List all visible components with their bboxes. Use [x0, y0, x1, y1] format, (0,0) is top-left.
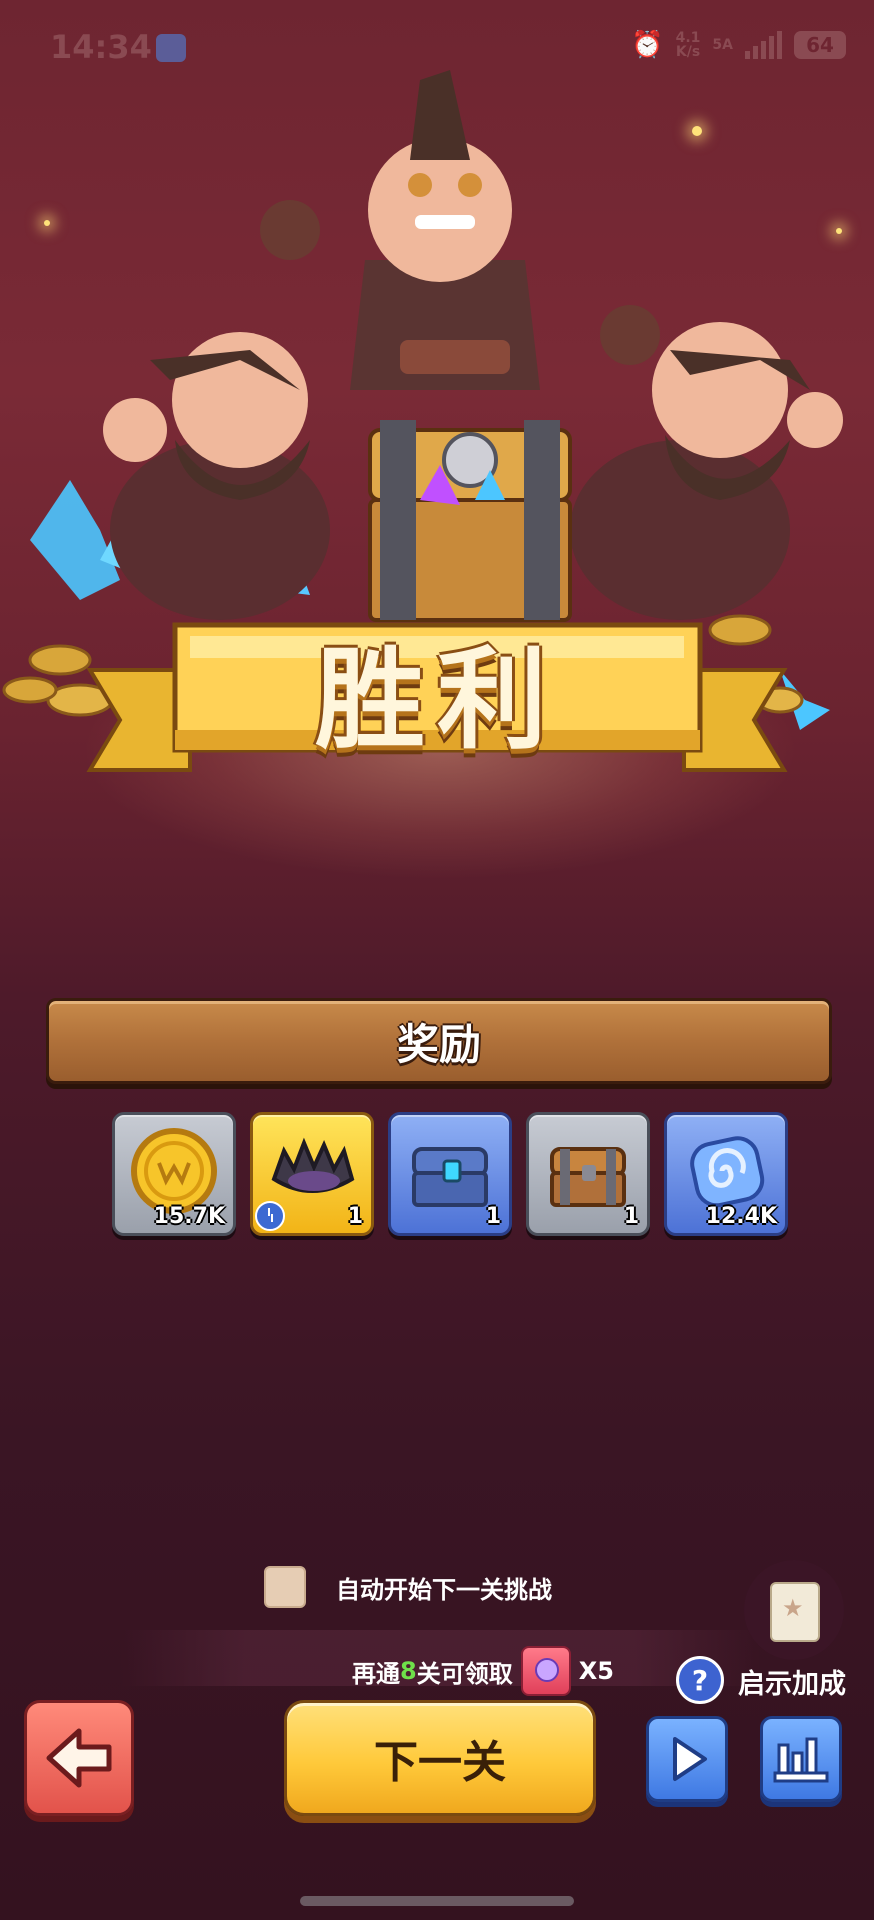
- progress-multiplier: X5: [578, 1657, 614, 1685]
- progress-prefix: 再通: [352, 1659, 400, 1688]
- home-indicator[interactable]: [300, 1896, 574, 1906]
- reward-spiked-crown[interactable]: 1: [250, 1112, 374, 1236]
- sparkle: [836, 228, 842, 234]
- victory-title: 胜利: [315, 636, 559, 764]
- back-button[interactable]: [24, 1700, 134, 1816]
- stats-button[interactable]: [760, 1716, 842, 1802]
- speed-value: 4.1: [675, 30, 701, 46]
- boost-button[interactable]: [744, 1560, 844, 1660]
- app-notification-icon: [156, 34, 186, 62]
- next-level-button[interactable]: 下一关: [284, 1700, 596, 1816]
- reward-count: 15.7K: [153, 1204, 225, 1229]
- signal-icon: [745, 31, 782, 59]
- play-button[interactable]: [646, 1716, 728, 1802]
- battery-icon: 64: [794, 31, 846, 59]
- help-button[interactable]: ?: [676, 1656, 724, 1704]
- network-speed: 4.1 K/s: [676, 31, 701, 59]
- reward-count: 1: [485, 1204, 501, 1229]
- reward-blue-chest[interactable]: 1: [388, 1112, 512, 1236]
- network-type: 5A: [712, 37, 733, 53]
- reward-count: 1: [623, 1204, 639, 1229]
- back-arrow-icon: [46, 1728, 112, 1788]
- rewards-header: 奖励: [46, 998, 832, 1084]
- rewards-list: 15.7K 1 1 1 12.4K: [112, 1112, 788, 1236]
- sparkle: [44, 220, 50, 226]
- reward-spiral-gem[interactable]: 12.4K: [664, 1112, 788, 1236]
- rewards-title: 奖励: [396, 1019, 481, 1069]
- reward-gold-coin[interactable]: 15.7K: [112, 1112, 236, 1236]
- speed-unit: K/s: [675, 44, 701, 60]
- boost-label: 启示加成: [738, 1669, 846, 1700]
- sparkle: [692, 126, 702, 136]
- boost-card-icon: [770, 1582, 820, 1642]
- progress-levels: 8: [400, 1657, 417, 1685]
- play-icon: [673, 1737, 707, 1781]
- auto-next-label: 自动开始下一关挑战: [336, 1575, 552, 1604]
- progress-text: 再通 8 关可领取 X5: [352, 1646, 614, 1696]
- bar-chart-icon: [773, 1737, 829, 1783]
- alarm-icon: ⏰: [631, 30, 664, 60]
- status-right: ⏰ 4.1 K/s 5A 64: [631, 30, 846, 60]
- reward-count: 1: [347, 1204, 363, 1229]
- auto-next-row: 自动开始下一关挑战: [264, 1566, 552, 1608]
- reward-count: 12.4K: [705, 1204, 777, 1229]
- clock-icon: [255, 1201, 285, 1231]
- reward-wooden-chest[interactable]: 1: [526, 1112, 650, 1236]
- auto-next-checkbox[interactable]: [264, 1566, 306, 1608]
- progress-suffix: 关可领取: [416, 1659, 513, 1688]
- ticket-icon: [520, 1646, 571, 1696]
- next-level-label: 下一关: [374, 1737, 506, 1788]
